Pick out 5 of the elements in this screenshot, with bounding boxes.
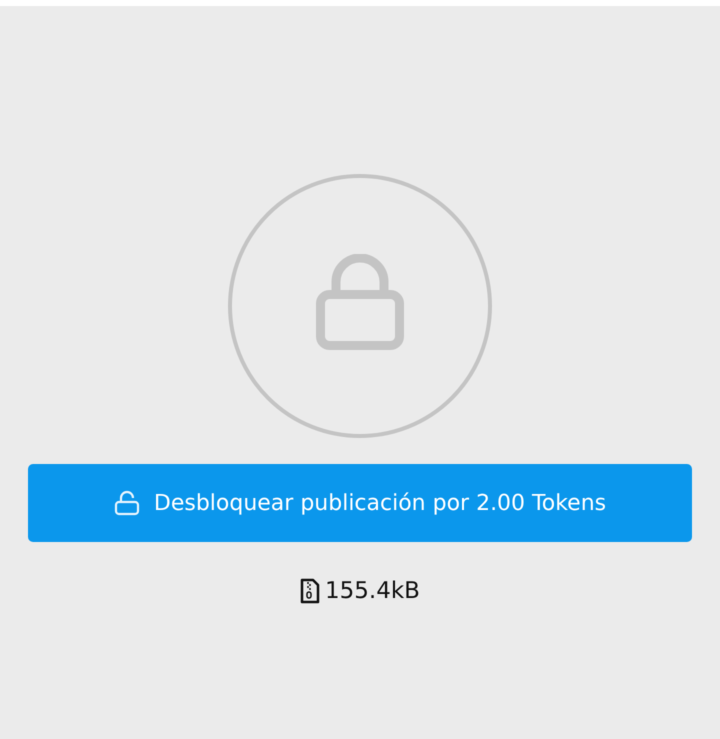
zip-file-icon [300, 578, 320, 604]
file-size: 155.4kB [325, 578, 420, 604]
unlock-button[interactable]: Desbloquear publicación por 2.00 Tokens [28, 464, 692, 542]
lock-icon [316, 254, 404, 350]
unlock-icon [114, 490, 140, 516]
